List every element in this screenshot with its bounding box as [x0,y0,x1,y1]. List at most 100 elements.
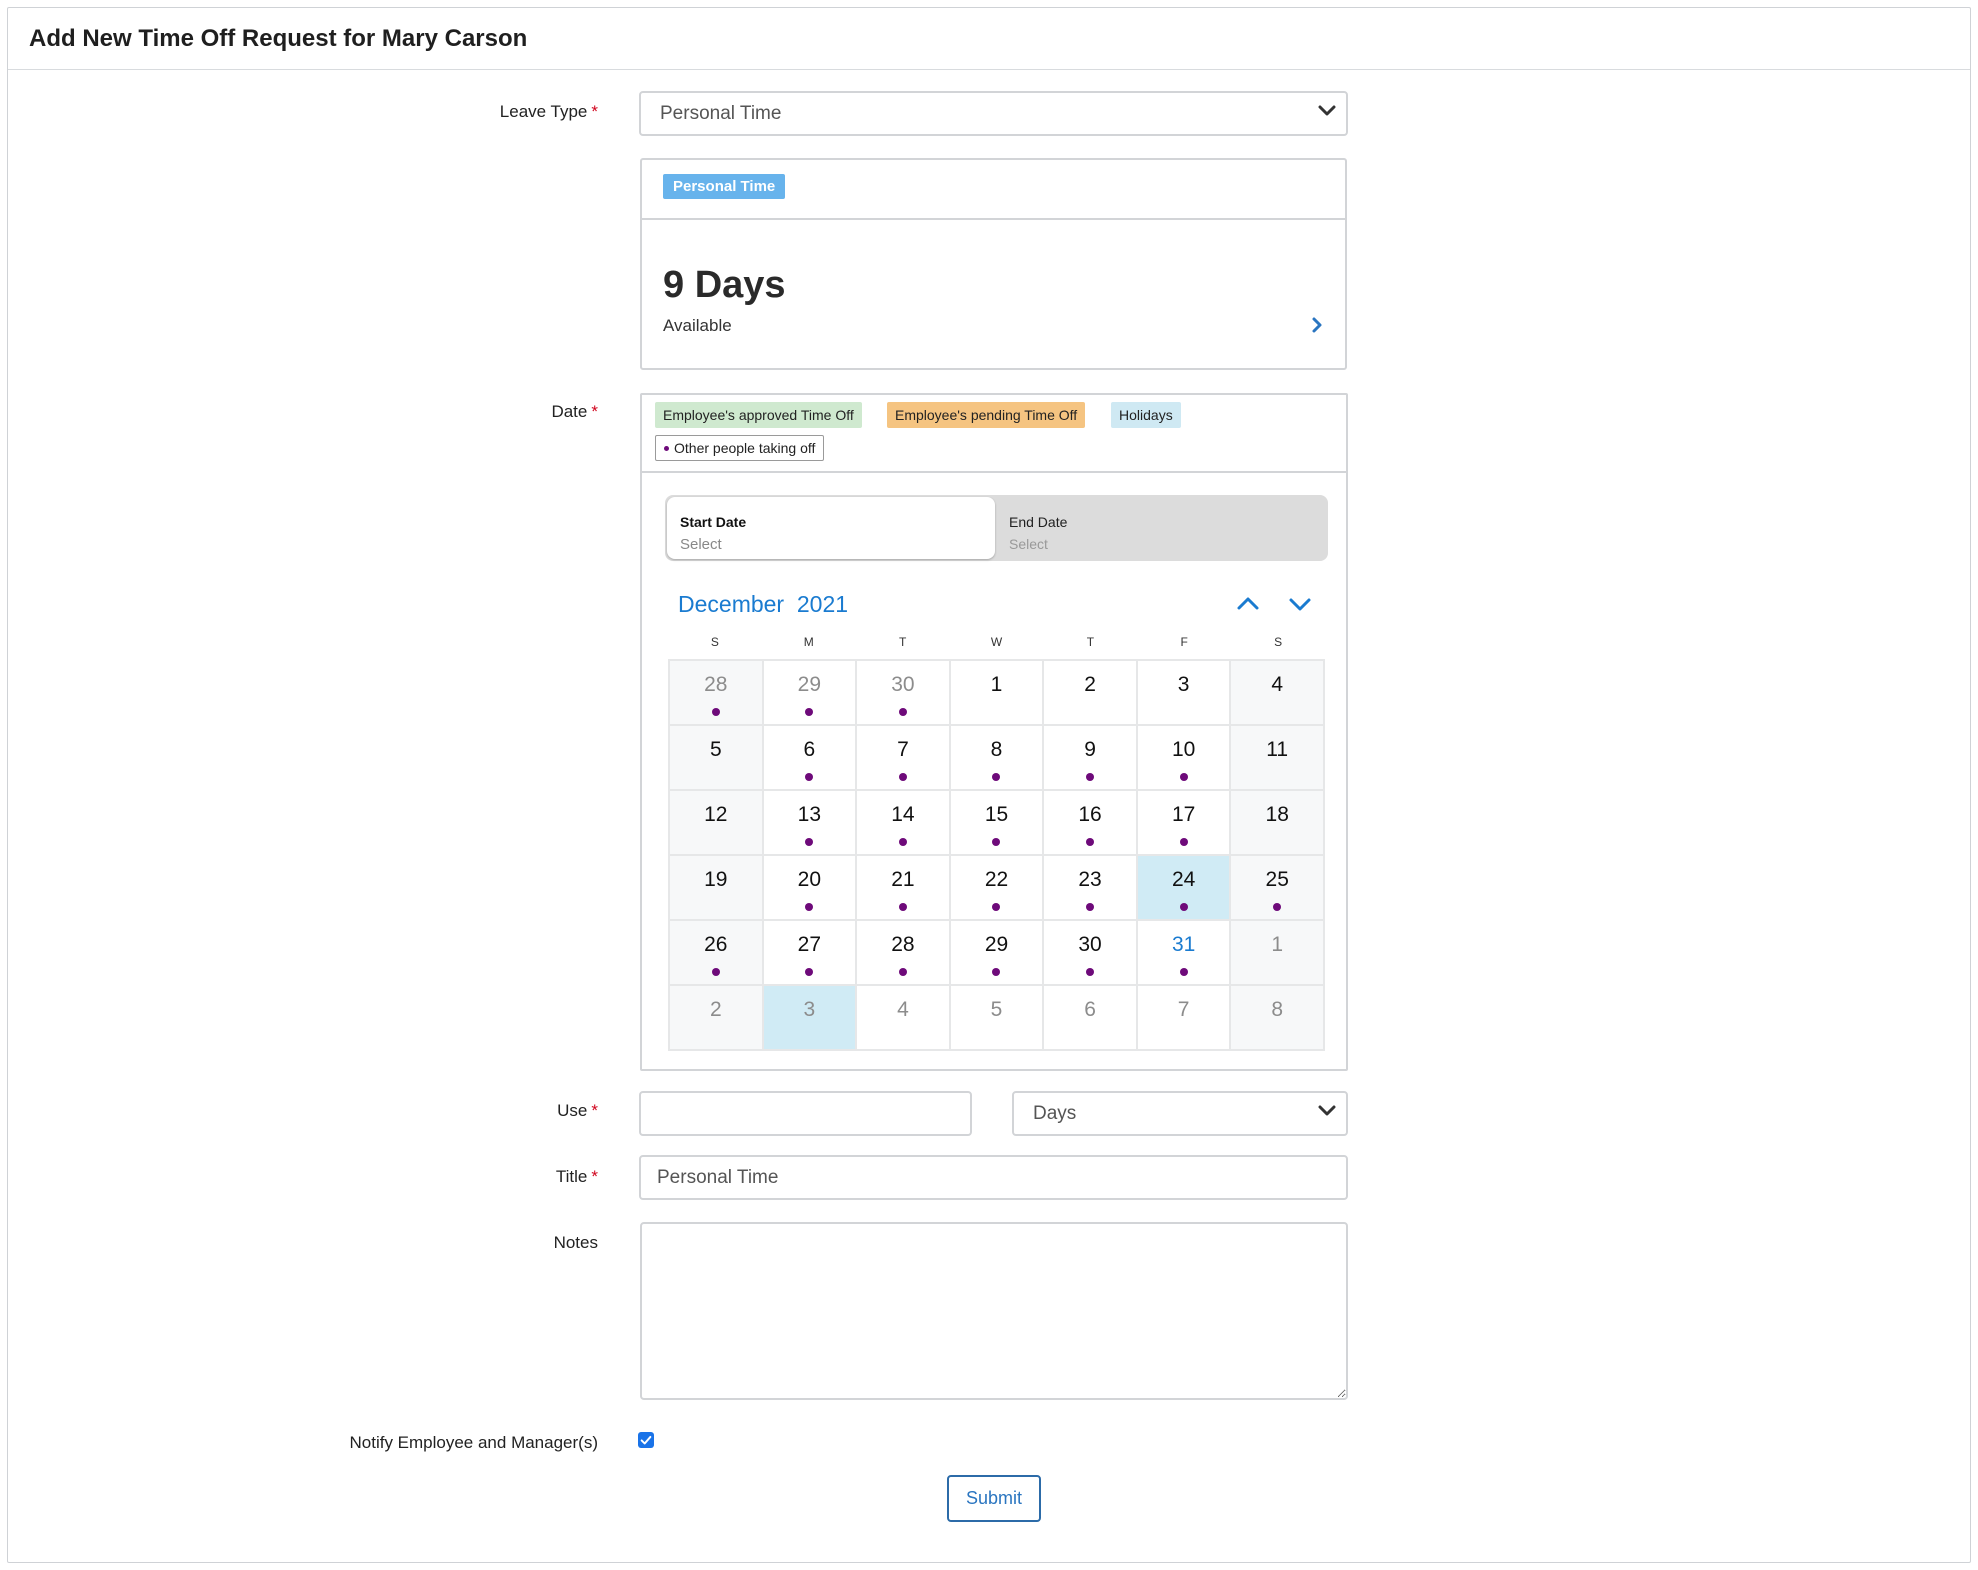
calendar-day[interactable]: 26 [670,921,762,984]
previous-month-icon[interactable] [1235,593,1261,615]
calendar-day[interactable]: 6 [763,726,856,789]
calendar-day[interactable]: 22 [950,856,1043,919]
title-input[interactable]: Personal Time [639,1155,1348,1200]
notes-textarea[interactable] [640,1222,1348,1400]
calendar-day[interactable]: 30 [857,661,949,724]
calendar-day[interactable]: 27 [763,921,856,984]
day-number: 19 [704,868,728,891]
chevron-down-icon [1318,1102,1336,1120]
weekday-label: S [1274,635,1283,649]
calendar-day[interactable]: 14 [857,791,949,854]
others-off-dot-icon [1086,838,1095,846]
calendar-day[interactable]: 3 [1137,661,1230,724]
day-number: 7 [1177,998,1190,1021]
use-label: Use * [557,1101,598,1120]
notify-checkbox[interactable] [638,1432,654,1448]
day-number: 29 [984,933,1009,956]
calendar-legend: Employee's approved Time Off Employee's … [642,395,1346,473]
calendar-day[interactable]: 7 [857,726,949,789]
calendar-day[interactable]: 4 [1231,661,1323,724]
calendar-day[interactable]: 4 [857,986,949,1049]
day-number: 1 [1271,933,1284,956]
calendar-day[interactable]: 31 [1137,921,1230,984]
leave-type-label: Leave Type * [499,102,598,121]
weekday-header: SMTWTFS [668,635,1325,649]
calendar-day[interactable]: 6 [1044,986,1136,1049]
day-number: 5 [709,738,722,761]
calendar-day[interactable]: 21 [857,856,949,919]
leave-type-badge: Personal Time [663,174,786,199]
leave-balance-card[interactable]: Personal Time 9 Days Available [640,158,1347,370]
submit-button[interactable]: Submit [947,1475,1041,1522]
day-number: 2 [709,998,722,1021]
others-off-dot-icon [898,903,907,911]
calendar-day[interactable]: 5 [950,986,1043,1049]
calendar-day[interactable]: 29 [763,661,856,724]
day-number: 5 [990,998,1003,1021]
start-date-tab[interactable]: Start Date Select [667,497,995,559]
calendar-day[interactable]: 20 [763,856,856,919]
calendar-day[interactable]: 9 [1044,726,1136,789]
use-unit-value: Days [1033,1102,1077,1124]
day-number: 4 [897,998,909,1021]
calendar-day[interactable]: 25 [1231,856,1323,919]
calendar-day[interactable]: 8 [950,726,1043,789]
calendar-day[interactable]: 17 [1137,791,1230,854]
use-amount-input[interactable] [639,1091,972,1136]
others-off-dot-icon [1179,773,1188,781]
calendar-day[interactable]: 8 [1231,986,1323,1049]
calendar-day[interactable]: 11 [1231,726,1323,789]
calendar-day[interactable]: 29 [950,921,1043,984]
weekday-label: F [1180,635,1188,649]
day-number: 7 [897,738,909,761]
calendar-day[interactable]: 30 [1044,921,1136,984]
panel-header: Add New Time Off Request for Mary Carson [8,8,1970,70]
calendar-day[interactable]: 5 [670,726,762,789]
use-unit-select[interactable]: Days [1012,1091,1348,1136]
calendar-grid: 28 29 30 1 2 3 4 5 6 7 8 9 10 11 12 13 14 15 16 17 18 19 20 21 2… [668,659,1325,1051]
leave-type-select[interactable]: Personal Time [639,91,1348,136]
calendar-day[interactable]: 12 [670,791,762,854]
calendar-day[interactable]: 7 [1137,986,1230,1049]
calendar-month: December [678,591,785,617]
day-number: 18 [1265,803,1289,826]
day-number: 8 [990,738,1003,761]
calendar-day[interactable]: 2 [1044,661,1136,724]
calendar-day[interactable]: 13 [763,791,856,854]
legend-others: Other people taking off [655,435,825,461]
others-off-dot-icon [898,968,907,976]
day-number: 24 [1171,868,1196,891]
balance-amount: 9 Days [663,264,786,306]
date-label: Date * [551,402,598,421]
calendar-day[interactable]: 28 [857,921,949,984]
weekday-label: S [710,635,719,649]
legend-approved: Employee's approved Time Off [655,402,862,428]
calendar-day[interactable]: 19 [670,856,762,919]
chevron-right-icon[interactable] [1309,316,1325,334]
calendar-day[interactable]: 16 [1044,791,1136,854]
calendar-day[interactable]: 18 [1231,791,1323,854]
checkmark-icon [640,1435,652,1445]
end-date-label[interactable]: End Date [1009,514,1067,530]
calendar-day[interactable]: 3 [763,986,856,1049]
day-number: 6 [803,738,816,761]
calendar-day[interactable]: 15 [950,791,1043,854]
weekday-label: M [803,635,814,649]
calendar-day[interactable]: 10 [1137,726,1230,789]
day-number: 22 [984,868,1009,891]
next-month-icon[interactable] [1287,593,1313,615]
end-date-value[interactable]: Select [1009,536,1048,552]
others-off-dot-icon [1179,903,1188,911]
calendar-day[interactable]: 24 [1137,856,1230,919]
calendar-day[interactable]: 2 [670,986,762,1049]
calendar-day[interactable]: 1 [1231,921,1323,984]
day-number: 26 [704,933,728,956]
day-number: 16 [1078,803,1102,826]
day-number: 28 [704,673,728,696]
calendar-day[interactable]: 23 [1044,856,1136,919]
others-off-dot-icon [898,708,907,716]
weekday-label: T [898,635,907,649]
calendar-day[interactable]: 28 [670,661,762,724]
calendar-day[interactable]: 1 [950,661,1043,724]
day-number: 21 [891,868,915,891]
